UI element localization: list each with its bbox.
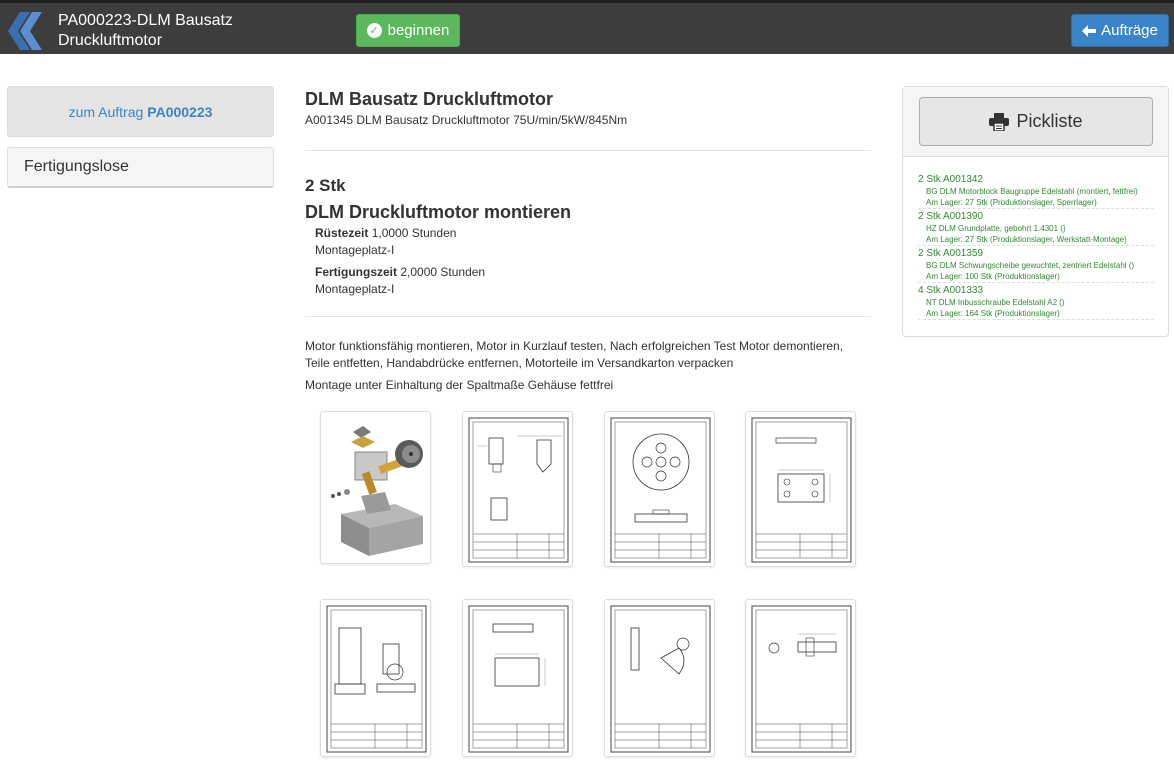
production-lots-button[interactable]: Fertigungslose [7,147,274,188]
drawing-thumbnail-6[interactable] [462,599,573,757]
pick-list-header: Pickliste [903,87,1168,157]
pick-list-button-label: Pickliste [1016,111,1083,131]
orders-button[interactable]: Aufträge [1071,14,1169,47]
technical-drawing [468,605,569,753]
pick-list-panel: Pickliste 2 Stk A001342 BG DLM Motorbloc… [902,86,1169,337]
top-navbar: PA000223-DLM Bausatz Druckluftmotor ✓ be… [0,0,1174,54]
pick-list-item: 2 Stk A001390 HZ DLM Grundplatte, gebohr… [918,210,1154,246]
production-time-value: 2,0000 Stunden [400,265,486,279]
begin-button[interactable]: ✓ beginnen [356,14,460,47]
check-circle-icon: ✓ [366,23,382,38]
pick-item-qty: 2 Stk A001342 [918,174,984,185]
main-content: DLM Bausatz Druckluftmotor A001345 DLM B… [305,88,871,394]
instructions-line: Motor funktionsfähig montieren, Motor in… [305,339,844,353]
setup-workplace: Montageplatz-I [315,243,395,257]
pick-list-item: 2 Stk A001359 BG DLM Schwungscheibe gewu… [918,247,1154,283]
order-link-prefix: zum Auftrag [68,103,144,120]
page-title-line1: PA000223-DLM Bausatz [58,12,233,29]
page-title-line2: Druckluftmotor [58,32,163,49]
production-workplace: Montageplatz-I [315,282,395,296]
pick-item-name: BG DLM Motorblock Baugruppe Edelstahl (m… [926,187,1138,196]
production-time-block: Fertigungszeit 2,0000 Stunden Montagepla… [315,264,871,298]
article-title: DLM Bausatz Druckluftmotor [305,89,554,109]
begin-button-label: beginnen [387,22,450,39]
drawing-thumbnail-8[interactable] [745,599,856,757]
orders-button-label: Aufträge [1101,22,1158,39]
drawing-thumbnail-4[interactable] [745,411,856,567]
divider [305,150,871,151]
pick-item-name: HZ DLM Grundplatte, gebohrt 1.4301 () [926,224,1066,233]
pick-list-item: 2 Stk A001342 BG DLM Motorblock Baugrupp… [918,173,1154,209]
pick-item-qty: 4 Stk A001333 [918,285,984,296]
pick-list-item: 4 Stk A001333 NT DLM Inbusschraube Edels… [918,284,1154,320]
pick-item-name: BG DLM Schwungscheibe gewuchtet, zentrie… [926,261,1135,270]
divider [305,316,871,317]
drawing-thumbnail-3d-assembly[interactable] [320,411,431,564]
order-link-number: PA000223 [147,103,213,120]
technical-drawing [751,605,852,753]
order-link-button[interactable]: zum Auftrag PA000223 [7,86,274,137]
printer-icon [989,112,1010,131]
production-time-label: Fertigungszeit [315,265,398,279]
technical-drawing [326,605,427,753]
back-chevron-logo-icon[interactable] [8,12,42,50]
drawing-thumbnail-2[interactable] [462,411,573,567]
article-description: A001345 DLM Bausatz Druckluftmotor 75U/m… [305,113,628,127]
pick-item-qty: 2 Stk A001390 [918,211,984,222]
setup-time-label: Rüstezeit [315,226,369,240]
drawing-thumbnail-3[interactable] [604,411,715,567]
pick-item-stock: Am Lager: 27 Stk (Produktionslager, Sper… [926,198,1097,207]
production-lots-label: Fertigungslose [24,158,129,175]
work-instructions: Motor funktionsfähig montieren, Motor in… [305,338,871,394]
technical-drawing [468,417,569,563]
drawing-thumbnail-5[interactable] [320,599,431,757]
technical-drawing [751,417,852,563]
technical-drawing [610,417,711,563]
pick-list: 2 Stk A001342 BG DLM Motorblock Baugrupp… [918,173,1154,321]
motor-assembly-image [331,426,423,556]
setup-time-value: 1,0000 Stunden [371,226,457,240]
pick-item-stock: Am Lager: 164 Stk (Produktionslager) [926,309,1060,318]
pick-item-stock: Am Lager: 27 Stk (Produktionslager, Werk… [926,235,1127,244]
operation-quantity: 2 Stk [305,176,346,195]
page-title: PA000223-DLM Bausatz Druckluftmotor [58,11,233,51]
technical-drawing [610,605,711,753]
pick-item-name: NT DLM Inbusschraube Edelstahl A2 () [926,298,1065,307]
pick-item-qty: 2 Stk A001359 [918,248,984,259]
operation-title: DLM Druckluftmotor montieren [305,202,572,222]
instructions-line: Teile entfetten, Handabdrücke entfernen,… [305,356,734,370]
instructions-line: Montage unter Einhaltung der Spaltmaße G… [305,378,614,392]
arrow-left-icon [1082,24,1097,37]
pick-list-button[interactable]: Pickliste [919,97,1153,146]
drawing-thumbnail-7[interactable] [604,599,715,757]
pick-item-stock: Am Lager: 100 Stk (Produktionslager) [926,272,1060,281]
setup-time-block: Rüstezeit 1,0000 Stunden Montageplatz-I [315,225,871,259]
